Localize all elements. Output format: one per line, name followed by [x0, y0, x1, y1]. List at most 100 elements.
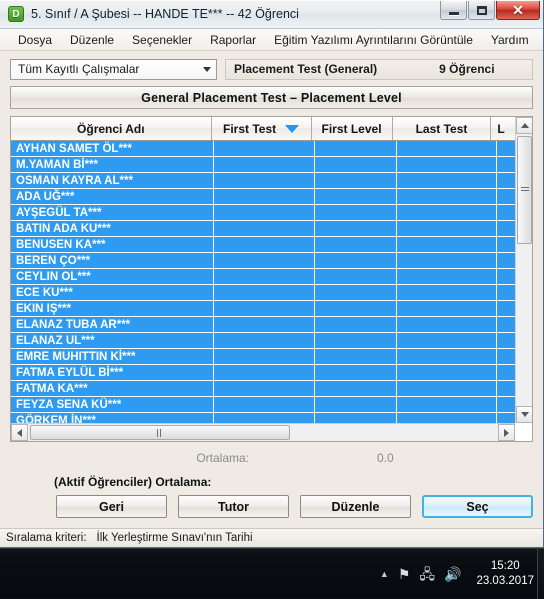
app-icon: D [8, 6, 24, 22]
table-row[interactable]: BENUSEN KA*** [11, 237, 532, 253]
column-header-first-test[interactable]: First Test [211, 117, 312, 140]
taskbar-clock[interactable]: 15:20 23.03.2017 [476, 559, 534, 589]
average-value: 0.0 [377, 451, 394, 465]
table-cell-name: GÖRKEM İN*** [11, 413, 214, 423]
table-row[interactable]: BEREN ÇO*** [11, 253, 532, 269]
title-bar[interactable]: D 5. Sınıf / A Şubesi -- HANDE TE*** -- … [0, 0, 543, 29]
table-row[interactable]: FATMA EYLÜL Bİ*** [11, 365, 532, 381]
table-cell-last [397, 269, 497, 285]
average-row: Ortalama: 0.0 [10, 445, 533, 471]
chevron-right-icon [504, 428, 509, 437]
show-hidden-icons-icon[interactable]: ▲ [380, 569, 389, 579]
menu-item-dosya[interactable]: Dosya [10, 31, 60, 49]
average-label: Ortalama: [196, 451, 249, 465]
table-row[interactable]: FATMA KA*** [11, 381, 532, 397]
table-cell-level [315, 253, 397, 269]
back-button[interactable]: Geri [56, 495, 167, 518]
table-row[interactable]: AYHAN SAMET ÖL*** [11, 141, 532, 157]
table-cell-last [397, 189, 497, 205]
sort-criteria-label: Sıralama kriteri: [6, 532, 87, 544]
scroll-left-button[interactable] [11, 424, 28, 441]
table-cell-level [315, 205, 397, 221]
study-filter-combo[interactable]: Tüm Kayıtlı Çalışmalar [10, 58, 217, 80]
vertical-scrollbar[interactable] [515, 117, 532, 423]
table-cell-last [397, 349, 497, 365]
edit-button[interactable]: Düzenle [300, 495, 411, 518]
table-row[interactable]: ECE KU*** [11, 285, 532, 301]
table-cell-name: AYHAN SAMET ÖL*** [11, 141, 214, 157]
maximize-button[interactable] [468, 1, 495, 20]
table-cell-last [397, 365, 497, 381]
study-filter-value: Tüm Kayıtlı Çalışmalar [18, 62, 140, 76]
table-row[interactable]: ADA UĞ*** [11, 189, 532, 205]
table-cell-level [315, 173, 397, 189]
minimize-button[interactable] [440, 1, 467, 20]
menu-item-egitim-yazilimi[interactable]: Eğitim Yazılımı Ayrıntılarını Görüntüle [266, 31, 481, 49]
table-cell-name: ELANAZ TUBA AR*** [11, 317, 214, 333]
flag-action-center-icon[interactable]: ⚑ [398, 567, 411, 581]
select-button[interactable]: Seç [422, 495, 533, 518]
test-info-panel: Placement Test (General) 9 Öğrenci [225, 58, 533, 80]
table-row[interactable]: GÖRKEM İN*** [11, 413, 532, 423]
table-cell-first [214, 173, 315, 189]
grid-body[interactable]: AYHAN SAMET ÖL*** M.YAMAN Bİ*** OSMAN KAYR… [11, 141, 532, 423]
desktop-background: D 5. Sınıf / A Şubesi -- HANDE TE*** -- … [0, 0, 544, 599]
column-header-first-test-label: First Test [223, 121, 277, 136]
table-cell-name: EMRE MUHITTIN Kİ*** [11, 349, 214, 365]
table-cell-first [214, 285, 315, 301]
column-header-first-level[interactable]: First Level [311, 117, 393, 140]
clock-time: 15:20 [490, 560, 520, 572]
table-cell-last [397, 141, 497, 157]
tutor-button[interactable]: Tutor [178, 495, 289, 518]
table-row[interactable]: EMRE MUHITTIN Kİ*** [11, 349, 532, 365]
table-cell-level [315, 349, 397, 365]
sort-criteria-value: İlk Yerleştirme Sınavı'nın Tarihi [96, 532, 253, 544]
network-icon[interactable]: 🖧 [419, 567, 435, 581]
horizontal-scrollbar[interactable] [11, 423, 515, 441]
grip-icon [520, 187, 529, 193]
table-cell-last [397, 157, 497, 173]
table-cell-name: AYŞEGÜL TA*** [11, 205, 214, 221]
scroll-right-button[interactable] [498, 424, 515, 441]
table-row[interactable]: AYŞEGÜL TA*** [11, 205, 532, 221]
table-cell-last [397, 381, 497, 397]
scroll-up-button[interactable] [516, 117, 532, 134]
column-header-last-test-label: Last Test [415, 121, 468, 136]
table-row[interactable]: FEYZA SENA KÜ*** [11, 397, 532, 413]
column-header-last-test[interactable]: Last Test [392, 117, 492, 140]
table-row[interactable]: ELANAZ TUBA AR*** [11, 317, 532, 333]
table-cell-name: ELANAZ UL*** [11, 333, 214, 349]
sort-descending-icon [285, 124, 300, 133]
grip-icon [157, 428, 163, 437]
table-row[interactable]: M.YAMAN Bİ*** [11, 157, 532, 173]
table-cell-name: M.YAMAN Bİ*** [11, 157, 214, 173]
menu-item-secenekler[interactable]: Seçenekler [124, 31, 200, 49]
table-cell-last [397, 221, 497, 237]
table-cell-name: CEYLIN OL*** [11, 269, 214, 285]
table-cell-last [397, 333, 497, 349]
table-row[interactable]: EKIN IŞ*** [11, 301, 532, 317]
menu-bar: Dosya Düzenle Seçenekler Raporlar Eğitim… [0, 29, 543, 51]
menu-item-yardim[interactable]: Yardım [483, 31, 537, 49]
menu-item-raporlar[interactable]: Raporlar [202, 31, 264, 49]
table-cell-level [315, 141, 397, 157]
table-row[interactable]: ELANAZ UL*** [11, 333, 532, 349]
horizontal-scrollbar-thumb[interactable] [30, 425, 290, 440]
chevron-left-icon [17, 428, 22, 437]
vertical-scrollbar-thumb[interactable] [517, 136, 532, 244]
show-desktop-button[interactable] [537, 549, 544, 599]
table-row[interactable]: BATIN ADA KU*** [11, 221, 532, 237]
volume-icon[interactable]: 🔊 [444, 567, 461, 581]
window-title: 5. Sınıf / A Şubesi -- HANDE TE*** -- 42… [31, 7, 299, 21]
table-cell-first [214, 205, 315, 221]
table-cell-first [214, 317, 315, 333]
scroll-down-button[interactable] [516, 406, 532, 423]
close-button[interactable]: ✕ [496, 1, 540, 20]
menu-item-duzenle[interactable]: Düzenle [62, 31, 122, 49]
student-count-label: 9 Öğrenci [439, 62, 495, 76]
table-row[interactable]: OSMAN KAYRA AL*** [11, 173, 532, 189]
test-name-label: Placement Test (General) [234, 62, 378, 76]
table-cell-last [397, 301, 497, 317]
table-row[interactable]: CEYLIN OL*** [11, 269, 532, 285]
column-header-student-name[interactable]: Öğrenci Adı [11, 117, 212, 140]
